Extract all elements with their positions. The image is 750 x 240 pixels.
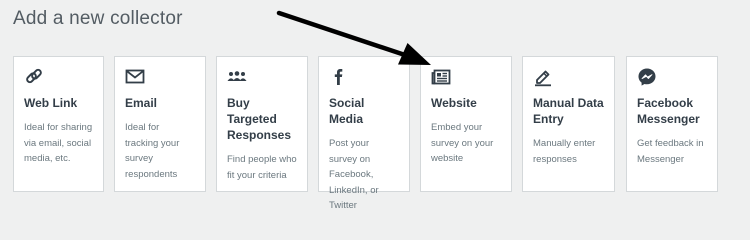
pencil-icon: [533, 67, 555, 87]
collector-card-web-link[interactable]: Web Link Ideal for sharing via email, so…: [13, 56, 104, 192]
collector-name: Social Media: [329, 96, 365, 126]
collector-card-buy-targeted-responses[interactable]: Buy Targeted Responses Find people who f…: [216, 56, 308, 192]
envelope-icon: [125, 67, 147, 87]
facebook-icon: [329, 67, 351, 87]
people-icon: [227, 67, 249, 87]
collector-description: Find people who fit your criteria: [227, 154, 297, 181]
collector-name: Website: [431, 96, 477, 110]
collector-description: Get feedback in Messenger: [637, 138, 704, 165]
collector-page: Add a new collector Web Link Ideal for s…: [0, 0, 750, 211]
collector-name: Facebook Messenger: [637, 96, 700, 126]
collector-card-facebook-messenger[interactable]: Facebook Messenger Get feedback in Messe…: [626, 56, 718, 192]
collector-description: Ideal for tracking your survey responden…: [125, 122, 180, 180]
collector-description: Post your survey on Facebook, LinkedIn, …: [329, 138, 379, 211]
collector-description: Manually enter responses: [533, 138, 596, 165]
collector-card-email[interactable]: Email Ideal for tracking your survey res…: [114, 56, 206, 192]
collector-card-manual-data-entry[interactable]: Manual Data Entry Manually enter respons…: [522, 56, 615, 192]
collector-card-social-media[interactable]: Social Media Post your survey on Faceboo…: [318, 56, 410, 211]
collector-name: Email: [125, 96, 158, 110]
collector-name: Buy Targeted Responses: [227, 96, 292, 142]
collector-name: Manual Data Entry: [533, 96, 604, 126]
collector-card-website[interactable]: Website Embed your survey on your websit…: [420, 56, 512, 192]
page-title: Add a new collector: [13, 8, 183, 29]
messenger-icon: [637, 67, 659, 87]
collector-description: Ideal for sharing via email, social medi…: [24, 122, 93, 164]
collector-name: Web Link: [24, 96, 78, 110]
collector-description: Embed your survey on your website: [431, 122, 494, 164]
website-icon: [431, 67, 453, 87]
link-icon: [24, 67, 46, 87]
